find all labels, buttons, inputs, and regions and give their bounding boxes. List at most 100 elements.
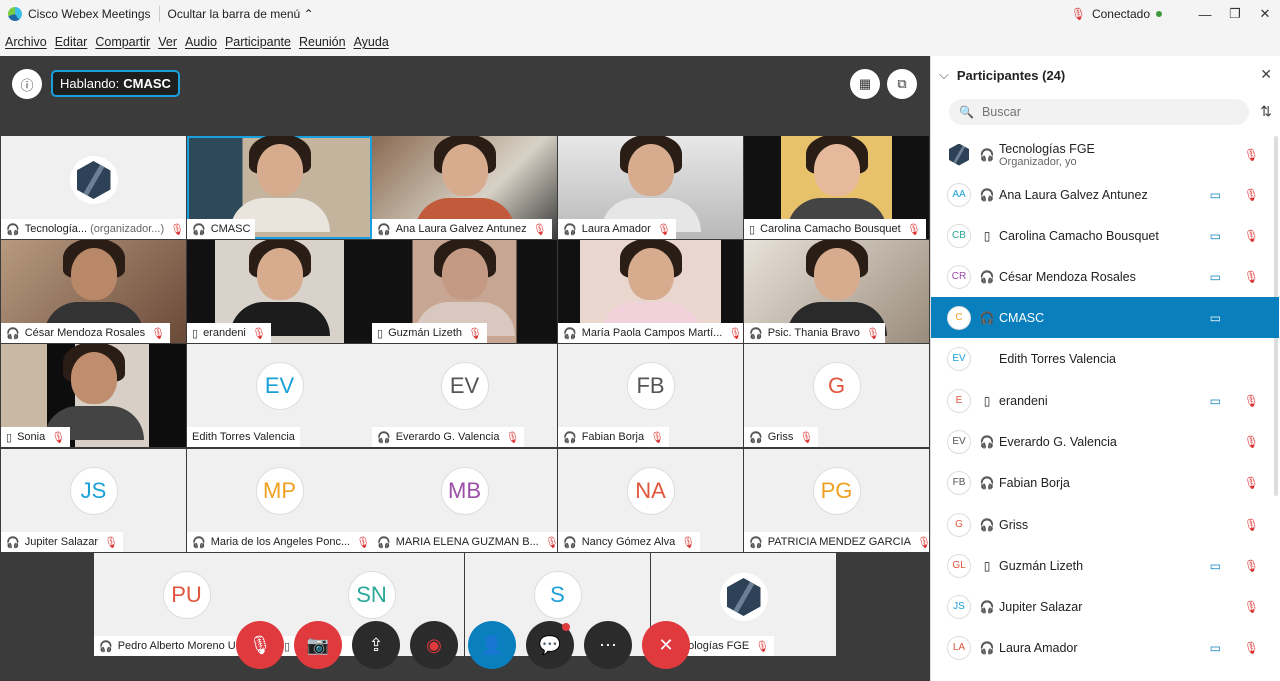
video-tile[interactable]: 🎧 Psic. Thania Bravo 🎙 (744, 240, 929, 343)
record-button[interactable]: ◉ (410, 621, 458, 669)
participant-name: Tecnología... (24, 223, 88, 235)
participant-name: Sonia (17, 431, 46, 443)
participant-row[interactable]: LA 🎧 Laura Amador ▭ 🎙 (931, 627, 1279, 668)
participant-name: Maria de los Angeles Ponc... (210, 536, 351, 548)
mic-muted-icon: 🎙 (251, 327, 266, 340)
video-tile[interactable]: ▯ Sonia 🎙 (1, 344, 186, 447)
participant-row[interactable]: C 🎧 CMASC ▭ (931, 297, 1279, 338)
participant-name: Edith Torres Valencia (999, 351, 1116, 366)
menu-reunion[interactable]: Reunión (299, 35, 346, 49)
avatar: FB (626, 362, 675, 410)
headset-icon: 🎧 (377, 431, 391, 444)
mic-muted-icon: 🎙 (1243, 599, 1259, 614)
info-button[interactable]: ⓘ (12, 69, 42, 99)
camera-off-icon: 📷 (306, 634, 330, 655)
video-tile[interactable]: 🎧 Laura Amador 🎙 (558, 136, 743, 239)
avatar-tile[interactable]: FB 🎧 Fabian Borja 🎙 (558, 344, 743, 447)
sort-icon[interactable]: ⇅ (1260, 103, 1272, 120)
phone-icon: ▯ (983, 393, 991, 408)
video-tile[interactable]: ▯ Guzmán Lizeth 🎙 (372, 240, 557, 343)
avatar: EV (947, 346, 971, 371)
headset-icon: 🎧 (979, 434, 995, 449)
participant-row[interactable]: 🎧 Tecnologías FGE Organizador, yo 🎙 (931, 134, 1279, 175)
video-tile[interactable]: 🎧 María Paola Campos Martí... 🎙 (558, 240, 743, 343)
menu-archivo[interactable]: Archivo (5, 35, 47, 49)
menu-ver[interactable]: Ver (158, 35, 177, 49)
avatar-tile[interactable]: G 🎧 Griss 🎙 (744, 344, 929, 447)
chat-button[interactable]: 💬 (526, 621, 574, 669)
tile-namebar: 🎧 Pedro Alberto Moreno U (94, 636, 241, 656)
headset-icon: 🎧 (979, 187, 995, 202)
connection-status: Conectado (1091, 7, 1150, 21)
menu-ayuda[interactable]: Ayuda (354, 35, 389, 49)
participant-row[interactable]: GL ▯ Guzmán Lizeth ▭ 🎙 (931, 545, 1279, 586)
video-tile[interactable]: ▯ erandeni 🎙 (187, 240, 372, 343)
menu-compartir[interactable]: Compartir (95, 35, 150, 49)
avatar-tile[interactable]: MP 🎧 Maria de los Angeles Ponc... 🎙 (187, 449, 372, 552)
start-video-button[interactable]: 📷 (294, 621, 342, 669)
close-window-button[interactable]: ✕ (1250, 6, 1280, 22)
menu-participante[interactable]: Participante (225, 35, 291, 49)
avatar-tile[interactable]: EV 🎧 Everardo G. Valencia 🎙 (372, 344, 557, 447)
avatar: G (947, 512, 971, 537)
mic-muted-icon: 🎙 (1243, 187, 1259, 202)
participant-name: Edith Torres Valencia (192, 431, 295, 443)
participant-name: Guzmán Lizeth (999, 558, 1084, 573)
participant-row[interactable]: FB 🎧 Fabian Borja 🎙 (931, 462, 1279, 503)
leave-meeting-button[interactable]: ✕ (642, 621, 690, 669)
video-tile-active-speaker[interactable]: 🎧 CMASC (187, 136, 372, 239)
phone-icon: ▯ (749, 223, 756, 236)
headset-icon: 🎧 (979, 310, 995, 325)
notification-badge (562, 623, 570, 631)
more-options-button[interactable]: ⋯ (584, 621, 632, 669)
mic-muted-icon: 🎙 (1070, 7, 1086, 21)
mic-muted-icon: 🎙 (1243, 147, 1259, 162)
search-input[interactable] (981, 105, 1232, 119)
participant-row[interactable]: CR 🎧 César Mendoza Rosales ▭ 🎙 (931, 256, 1279, 297)
participants-button[interactable]: 👤 (468, 621, 516, 669)
hide-menu-button[interactable]: Ocultar la barra de menú ⌃ (168, 7, 314, 21)
share-button[interactable]: ⇪ (352, 621, 400, 669)
participant-row[interactable]: AA 🎧 Ana Laura Galvez Antunez ▭ 🎙 (931, 174, 1279, 215)
avatar-tile[interactable]: EV Edith Torres Valencia (187, 344, 372, 447)
participant-name: CMASC (999, 310, 1045, 325)
window-icon: ⧉ (897, 76, 907, 91)
avatar-tile[interactable]: MB 🎧 MARIA ELENA GUZMAN B... 🎙 (372, 449, 557, 552)
participant-row[interactable]: G 🎧 Griss 🎙 (931, 504, 1279, 545)
restore-button[interactable]: ❐ (1220, 6, 1250, 22)
participant-row[interactable]: EV Edith Torres Valencia (931, 338, 1279, 379)
participant-row[interactable]: E ▯ erandeni ▭ 🎙 (931, 380, 1279, 421)
unmute-button[interactable]: 🎙 (236, 621, 284, 669)
hide-menu-label: Ocultar la barra de menú (167, 7, 301, 21)
connected-indicator-icon (1156, 11, 1162, 17)
minimize-button[interactable]: — (1190, 7, 1220, 22)
tile-namebar: 🎧 Tecnología... (organizador...) 🎙 (1, 219, 186, 239)
video-tile[interactable]: 🎧 Tecnología... (organizador...) 🎙 (1, 136, 186, 239)
headset-icon: 🎧 (563, 536, 577, 549)
menu-audio[interactable]: Audio (185, 35, 217, 49)
menu-editar[interactable]: Editar (55, 35, 88, 49)
participant-row[interactable]: JS 🎧 Jupiter Salazar 🎙 (931, 586, 1279, 627)
search-icon: 🔍 (959, 105, 974, 119)
participant-row[interactable]: EV 🎧 Everardo G. Valencia 🎙 (931, 421, 1279, 462)
video-tile[interactable]: 🎧 César Mendoza Rosales 🎙 (1, 240, 186, 343)
participant-row[interactable]: CB ▯ Carolina Camacho Bousquet ▭ 🎙 (931, 215, 1279, 256)
video-tile[interactable]: 🎧 Ana Laura Galvez Antunez 🎙 (372, 136, 557, 239)
avatar: NA (626, 467, 675, 515)
meeting-controls: 🎙 📷 ⇪ ◉ 👤 💬 ⋯ ✕ (236, 621, 690, 671)
grid-layout-button[interactable]: ▦ (850, 69, 880, 99)
headset-icon: 🎧 (979, 517, 995, 532)
chevron-down-icon[interactable]: ⌵ (939, 67, 949, 83)
mic-muted-icon: 🎙 (170, 223, 185, 236)
mic-muted-icon: 🎙 (916, 536, 929, 549)
avatar-tile[interactable]: JS 🎧 Jupiter Salazar 🎙 (1, 449, 186, 552)
close-panel-button[interactable]: ✕ (1260, 66, 1272, 83)
avatar: EV (255, 362, 304, 410)
layout-switch-button[interactable]: ⧉ (887, 69, 917, 99)
video-tile[interactable]: ▯ Carolina Camacho Bousquet 🎙 (744, 136, 929, 239)
participant-name: Fabian Borja (999, 475, 1070, 490)
participant-name: Pedro Alberto Moreno U (117, 640, 236, 652)
avatar-tile[interactable]: NA 🎧 Nancy Gómez Alva 🎙 (558, 449, 743, 552)
avatar-tile[interactable]: PG 🎧 PATRICIA MENDEZ GARCIA 🎙 (744, 449, 929, 552)
close-icon: ✕ (658, 634, 674, 655)
